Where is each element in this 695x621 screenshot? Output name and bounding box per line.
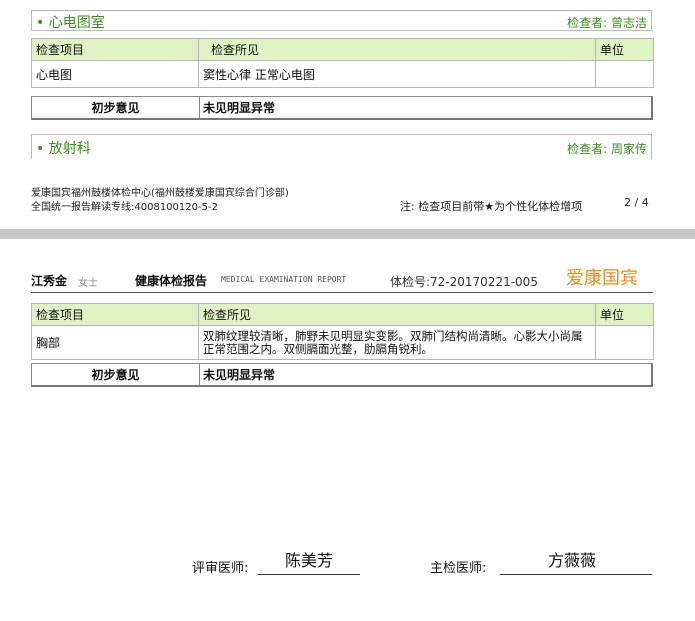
report-title-en: MEDICAL EXAMINATION REPORT xyxy=(221,275,347,284)
chief-signature: 方薇薇 xyxy=(548,551,597,570)
chief-signature-line xyxy=(500,574,652,575)
ecg-examiner: 检查者: 曾志洁 xyxy=(567,16,647,30)
col-header-item: 检查项目 xyxy=(31,303,199,326)
table-row: 心电图 窦性心律 正常心电图 xyxy=(31,60,654,88)
cell-finding: 窦性心律 正常心电图 xyxy=(198,60,596,88)
radiology-section-title: • 放射科 xyxy=(36,141,91,157)
patient-name: 江秀金 xyxy=(31,274,68,288)
footer-note: 注: 检查项目前带★为个性化体检增项 xyxy=(400,200,583,213)
ecg-section-title: • 心电图室 xyxy=(36,15,105,31)
chief-label: 主检医师: xyxy=(430,561,487,576)
report-title: 健康体检报告 xyxy=(135,274,208,288)
col-header-finding: 检查所见 xyxy=(198,38,596,61)
brand-logo: 爱康国宾 xyxy=(566,268,638,289)
reviewer-label: 评审医师: xyxy=(192,561,249,576)
cell-item: 心电图 xyxy=(31,60,199,88)
col-header-unit: 单位 xyxy=(595,38,654,61)
ecg-opinion-value: 未见明显异常 xyxy=(203,101,276,115)
cell-item: 胸部 xyxy=(31,325,199,360)
ecg-table: 检查项目 检查所见 单位 心电图 窦性心律 正常心电图 xyxy=(31,38,654,88)
ecg-opinion-label: 初步意见 xyxy=(32,97,200,118)
page-separator xyxy=(0,229,695,239)
footer-org: 爱康国宾福州鼓楼体检中心(福州鼓楼爱康国宾综合门诊部) xyxy=(31,188,289,199)
radiology-opinion-row: 初步意见 未见明显异常 xyxy=(31,363,653,387)
patient-gender: 女士 xyxy=(78,278,98,289)
col-header-item: 检查项目 xyxy=(31,38,199,61)
radiology-section-header-p1: • 放射科 检查者: 周家传 xyxy=(31,134,652,159)
reviewer-signature-line xyxy=(258,574,360,575)
header-divider xyxy=(31,292,653,293)
table-row: 胸部 双肺纹理较清晰，肺野未见明显实变影。双肺门结构尚清晰。心影大小尚属正常范围… xyxy=(31,325,654,360)
ecg-opinion-row: 初步意见 未见明显异常 xyxy=(31,96,653,120)
radiology-table-header-row: 检查项目 检查所见 单位 xyxy=(31,303,654,326)
radiology-table: 检查项目 检查所见 单位 胸部 双肺纹理较清晰，肺野未见明显实变影。双肺门结构尚… xyxy=(31,303,654,360)
col-header-finding: 检查所见 xyxy=(198,303,596,326)
reviewer-signature: 陈美芳 xyxy=(285,551,334,570)
radiology-opinion-value: 未见明显异常 xyxy=(203,368,276,382)
cell-unit xyxy=(595,60,654,88)
cell-unit xyxy=(595,325,654,360)
exam-number: 体检号:72-20170221-005 xyxy=(390,275,538,289)
col-header-unit: 单位 xyxy=(595,303,654,326)
radiology-opinion-label: 初步意见 xyxy=(32,364,200,385)
radiology-examiner: 检查者: 周家传 xyxy=(567,142,647,156)
ecg-table-header-row: 检查项目 检查所见 单位 xyxy=(31,38,654,61)
footer-hotline: 全国统一报告解读专线:4008100120-5-2 xyxy=(31,202,218,213)
page-number: 2 / 4 xyxy=(624,196,649,209)
ecg-section-header: • 心电图室 检查者: 曾志洁 xyxy=(31,10,652,31)
cell-finding: 双肺纹理较清晰，肺野未见明显实变影。双肺门结构尚清晰。心影大小尚属正常范围之内。… xyxy=(198,325,596,360)
